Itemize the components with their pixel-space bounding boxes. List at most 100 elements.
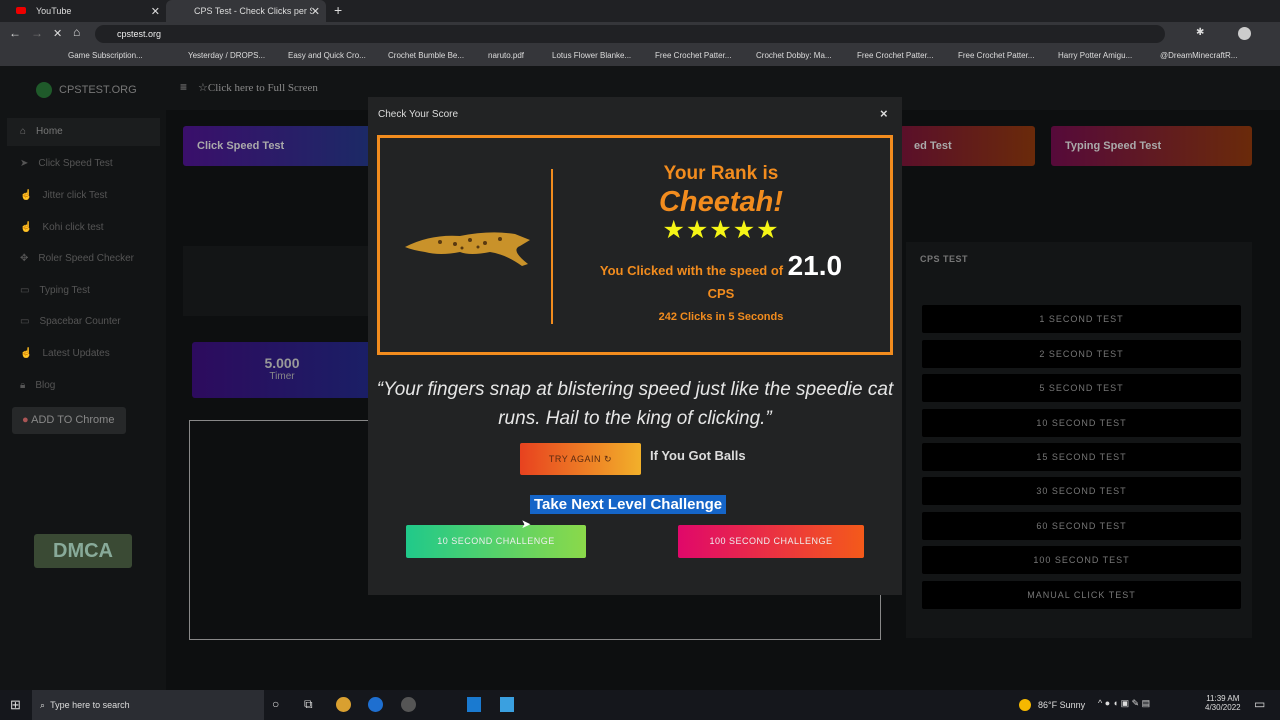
bookmark[interactable]: @DreamMinecraftR... [1160, 51, 1237, 60]
sidebar-item-updates[interactable]: ☝ Latest Updates [20, 348, 110, 359]
task-view-icon[interactable]: ⧉ [304, 697, 313, 712]
taskbar-search[interactable]: ⌕ Type here to search [32, 690, 264, 720]
timer-value: 5.000 [264, 355, 300, 371]
logo-icon [36, 82, 52, 98]
bookmark[interactable]: Free Crochet Patter... [655, 51, 731, 60]
typing-speed-test-button[interactable]: Typing Speed Test [1051, 126, 1252, 166]
add-to-chrome-button[interactable]: ● ADD TO Chrome [12, 407, 126, 434]
menu-icon[interactable]: ≡ [180, 80, 187, 94]
bookmark[interactable]: Crochet Bumble Be... [388, 51, 464, 60]
app-taskbar-icon[interactable] [368, 697, 383, 712]
score-box: Your Rank is Cheetah! ★★★★★ You Clicked … [377, 135, 893, 355]
sidebar-item-label: Click Speed Test [38, 158, 113, 169]
extensions-icon[interactable]: ✱ [1196, 27, 1204, 38]
forward-icon[interactable]: → [31, 26, 43, 40]
test-100-second[interactable]: 100 SECOND TEST [922, 546, 1241, 574]
app-taskbar-icon[interactable] [500, 697, 514, 712]
sidebar-item-home[interactable]: ⌂ Home [20, 126, 63, 137]
lock-icon: 🔒︎ [20, 380, 26, 391]
bookmark[interactable]: Harry Potter Amigu... [1058, 51, 1132, 60]
speed-unit: CPS [707, 286, 735, 301]
dmca-badge[interactable]: DMCA [34, 534, 132, 568]
chrome-taskbar-icon[interactable] [336, 697, 351, 712]
windows-start-icon[interactable]: ⊞ [10, 697, 21, 713]
sidebar-item-label: Roler Speed Checker [38, 253, 134, 264]
dmca-text: DMCA [53, 540, 113, 562]
clock[interactable]: 11:39 AM 4/30/2022 [1205, 694, 1241, 712]
sidebar-item-click-speed-test[interactable]: ➤ Click Speed Test [20, 158, 113, 169]
test-5-second[interactable]: 5 SECOND TEST [922, 374, 1241, 402]
address-bar-row: ← → ✕ ⌂ cpstest.org ✱ [0, 22, 1280, 46]
stats-panel [183, 246, 373, 316]
test-1-second[interactable]: 1 SECOND TEST [922, 305, 1241, 333]
10-second-challenge-button[interactable]: 10 SECOND CHALLENGE [406, 525, 586, 558]
cursor-icon: ➤ [20, 158, 29, 169]
sidebar-item-label: Jitter click Test [42, 190, 108, 201]
url-input[interactable]: cpstest.org [95, 25, 1165, 43]
100-second-challenge-button[interactable]: 100 SECOND CHALLENGE [678, 525, 864, 558]
close-button[interactable]: × [880, 106, 888, 121]
add-chrome-label: ADD TO Chrome [31, 414, 115, 426]
chrome-icon: ● [22, 414, 29, 426]
fullscreen-link[interactable]: ☆Click here to Full Screen [198, 81, 318, 94]
button-label: ed Test [914, 140, 952, 152]
sidebar-item-label: Kohi click test [42, 222, 104, 233]
home-icon[interactable]: ⌂ [73, 25, 80, 39]
obs-taskbar-icon[interactable] [401, 697, 416, 712]
fullscreen-label: Click here to Full Screen [207, 82, 318, 94]
rank-quote: “Your fingers snap at blistering speed j… [376, 379, 894, 429]
mouse-cursor-icon: ➤ [521, 517, 532, 531]
bookmark[interactable]: naruto.pdf [488, 51, 524, 60]
bookmark[interactable]: Easy and Quick Cro... [288, 51, 366, 60]
stop-icon[interactable]: ✕ [53, 27, 62, 40]
test-2-second[interactable]: 2 SECOND TEST [922, 340, 1241, 368]
try-again-button[interactable]: TRY AGAIN ↻ [520, 443, 641, 475]
new-tab-button[interactable]: + [334, 2, 342, 18]
star-icon: ★ [732, 216, 757, 244]
click-speed-test-button[interactable]: Click Speed Test [183, 126, 373, 166]
bookmark[interactable]: Game Subscription... [68, 51, 143, 60]
bookmark[interactable]: Crochet Dobby: Ma... [756, 51, 832, 60]
sidebar-item-jitter[interactable]: ☝ Jitter click Test [20, 190, 107, 201]
close-tab-icon[interactable]: ✕ [151, 5, 160, 18]
tab-title: CPS Test - Check Clicks per Secor [194, 6, 312, 16]
divider [551, 169, 553, 324]
test-15-second[interactable]: 15 SECOND TEST [922, 443, 1241, 471]
sidebar-item-blog[interactable]: 🔒︎ Blog [20, 380, 55, 391]
bookmark[interactable]: Free Crochet Patter... [958, 51, 1034, 60]
back-icon[interactable]: ← [9, 26, 21, 40]
keyboard-icon: ▭ [20, 316, 30, 327]
sidebar-item-spacebar[interactable]: ▭ Spacebar Counter [20, 316, 121, 327]
app-taskbar-icon[interactable] [467, 697, 481, 712]
tab-youtube[interactable]: YouTube ✕ [8, 0, 166, 22]
search-placeholder: Type here to search [50, 700, 130, 710]
search-icon: ⌕ [40, 700, 46, 710]
tray-icons[interactable]: ^ ● ◖ ▣ ✎ ▤ [1098, 698, 1150, 709]
star-icon: ★ [709, 216, 733, 244]
test-manual[interactable]: MANUAL CLICK TEST [922, 581, 1241, 609]
cortana-icon[interactable]: ○ [272, 697, 279, 711]
sidebar-item-typing[interactable]: ▭ Typing Test [20, 285, 90, 296]
test-30-second[interactable]: 30 SECOND TEST [922, 477, 1241, 505]
test-10-second[interactable]: 10 SECOND TEST [922, 409, 1241, 437]
home-icon: ⌂ [20, 126, 27, 137]
avatar[interactable] [1238, 27, 1251, 40]
rank-name: Cheetah! [658, 186, 784, 218]
notifications-icon[interactable]: ▭ [1254, 697, 1265, 711]
sidebar-item-kohi[interactable]: ☝ Kohi click test [20, 222, 104, 233]
date: 4/30/2022 [1205, 703, 1241, 712]
bookmark[interactable]: Lotus Flower Blanke... [552, 51, 631, 60]
weather-text[interactable]: 86°F Sunny [1038, 700, 1085, 710]
cps-test-panel: CPS TEST [906, 242, 1252, 638]
bookmark[interactable]: Free Crochet Patter... [857, 51, 933, 60]
close-tab-icon[interactable]: ✕ [311, 5, 320, 18]
sidebar-item-label: Spacebar Counter [39, 316, 121, 327]
click-summary: 242 Clicks in 5 Seconds [658, 311, 784, 323]
bookmark[interactable]: Yesterday / DROPS... [188, 51, 265, 60]
gear-icon: ✥ [20, 253, 29, 264]
logo[interactable]: CPSTEST.ORG [59, 84, 137, 96]
test-60-second[interactable]: 60 SECOND TEST [922, 512, 1241, 540]
sidebar-item-roler[interactable]: ✥ Roler Speed Checker [20, 253, 134, 264]
tab-cpstest[interactable]: CPS Test - Check Clicks per Secor✕ [166, 0, 326, 22]
speed-test-button[interactable]: ed Test [900, 126, 1035, 166]
